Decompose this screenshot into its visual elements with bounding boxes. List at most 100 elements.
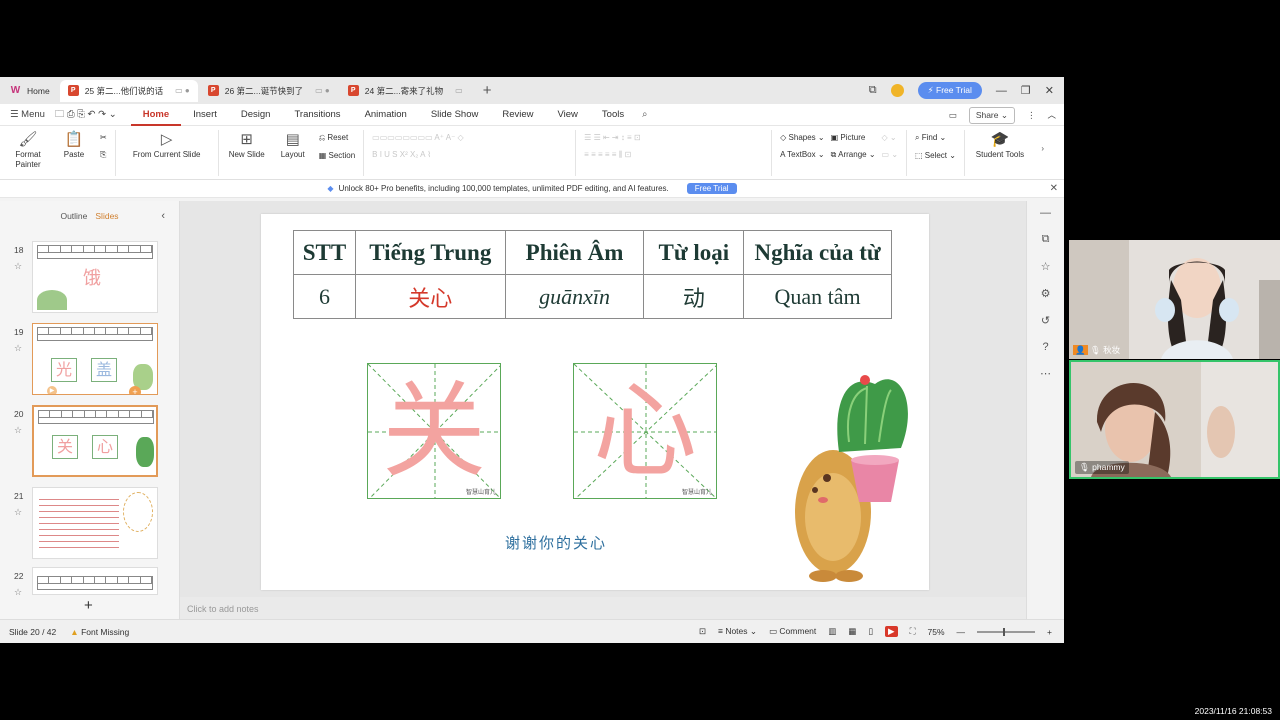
thumbnail-row-selected[interactable]: 20 ☆ 关 心	[0, 405, 170, 479]
more-options-icon[interactable]: ⋯	[1040, 367, 1051, 380]
free-trial-button[interactable]: ⚡ Free Trial	[917, 82, 982, 99]
presentation-icon: P	[347, 85, 359, 96]
ribbon-scroll-right-icon[interactable]: ›	[1041, 144, 1044, 153]
star-icon[interactable]: ☆	[14, 507, 22, 518]
more-icon[interactable]: ⋮	[1027, 110, 1036, 121]
star-pane-icon[interactable]: ☆	[1041, 260, 1051, 273]
select-label: Select	[924, 151, 948, 160]
minimize-icon[interactable]: —	[996, 85, 1007, 97]
notes-button[interactable]: ≡ Notes ⌄	[718, 626, 757, 637]
tab-home[interactable]: W Home	[2, 80, 58, 102]
tab-controls-icon[interactable]: ▭	[455, 86, 463, 95]
fit-to-window-icon[interactable]: ⛶	[910, 626, 916, 637]
help-icon[interactable]: ?	[1042, 341, 1048, 353]
promo-free-trial-button[interactable]: Free Trial	[686, 183, 737, 194]
restore-icon[interactable]: ❐	[1021, 84, 1031, 97]
picture-button[interactable]: ▣ Picture	[831, 133, 876, 142]
slide-thumbnail-19[interactable]: 光 盖 ▶ +	[32, 323, 158, 395]
zoom-slider[interactable]	[977, 627, 1036, 636]
table-cell: 关心	[354, 274, 506, 319]
user-avatar[interactable]	[890, 84, 904, 97]
thumbnail-row[interactable]: 21 ☆	[0, 487, 170, 561]
tab-label: 25 第二...他们说的话	[84, 85, 164, 96]
tab-document-26[interactable]: P 26 第二...诞节快到了 ▭ ●	[200, 80, 338, 102]
video-tile-participant-2[interactable]: 🎙 phammy	[1069, 360, 1280, 479]
add-slide-icon[interactable]: +	[129, 386, 141, 394]
slide-thumbnail-21[interactable]	[32, 487, 158, 559]
close-icon[interactable]: ✕	[1045, 84, 1054, 97]
zoom-out-icon[interactable]: —	[957, 627, 966, 637]
format-painter-button[interactable]: 🖌 Format Painter	[8, 130, 48, 170]
section-button[interactable]: ▦ Section	[319, 151, 355, 160]
thumbnail-row[interactable]: 19 ☆ 光 盖 ▶ +	[0, 323, 170, 397]
slide-sorter-icon[interactable]: ▦	[848, 626, 856, 637]
share-button[interactable]: Share ⌄	[968, 106, 1015, 124]
ribbon-tab-design[interactable]: Design	[229, 104, 283, 126]
current-slide[interactable]: STT Tiếng Trung Phiên Âm Từ loại Nghĩa của t…	[261, 214, 929, 590]
thumbnail-row[interactable]: 22 ☆	[0, 567, 170, 597]
new-tab-icon[interactable]: +	[483, 82, 492, 99]
textbox-button[interactable]: A TextBox ⌄	[780, 150, 824, 159]
find-button[interactable]: ⌕ Find ⌄	[915, 133, 956, 143]
add-slide-button[interactable]: +	[84, 597, 93, 614]
arrange-button[interactable]: ⧉ Arrange ⌄	[831, 150, 876, 160]
cut-icon[interactable]: ✂	[100, 133, 107, 142]
close-infobar-icon[interactable]: ✕	[1050, 183, 1058, 194]
slides-pane-icon[interactable]: ⧉	[1042, 233, 1050, 246]
paste-button[interactable]: 📋 Paste	[54, 130, 94, 160]
star-icon[interactable]: ☆	[14, 587, 22, 598]
slide-thumbnail-22[interactable]	[32, 567, 158, 595]
font-missing-indicator[interactable]: ▲ Font Missing	[70, 627, 129, 637]
play-animation-icon[interactable]: ▶	[47, 386, 57, 394]
layout-button[interactable]: ▤ Layout	[273, 130, 313, 160]
fit-icon[interactable]: ⊡	[699, 626, 706, 637]
select-button[interactable]: ⬚ Select ⌄	[915, 151, 956, 160]
ribbon-tab-animation[interactable]: Animation	[353, 104, 419, 126]
slide-thumbnail-20[interactable]: 关 心	[32, 405, 158, 477]
slideshow-play-icon[interactable]: ▶	[885, 626, 898, 637]
shapes-button[interactable]: ◇ Shapes ⌄	[780, 133, 824, 142]
tab-document-24[interactable]: P 24 第二...寄来了礼物 ▭	[340, 80, 471, 102]
workspace-icon[interactable]: ⧉	[869, 84, 877, 97]
star-icon[interactable]: ☆	[14, 343, 22, 354]
zoom-level[interactable]: 75%	[928, 627, 945, 637]
tab-slides[interactable]: Slides	[95, 211, 118, 221]
ribbon-tab-view[interactable]: View	[546, 104, 590, 126]
normal-view-icon[interactable]: ▥	[828, 626, 836, 637]
comment-button[interactable]: ▭ Comment	[769, 626, 816, 637]
tab-controls-icon[interactable]: ▭ ●	[175, 86, 190, 95]
student-tools-button[interactable]: 🎓 Student Tools	[973, 130, 1027, 160]
history-icon[interactable]: ↺	[1041, 314, 1050, 327]
copy-icon[interactable]: ⎘	[100, 150, 107, 160]
video-tile-participant-1[interactable]: 👤 🎙 秋妆	[1069, 240, 1280, 359]
comment-icon[interactable]: ▭	[949, 110, 957, 121]
ribbon-tab-tools[interactable]: Tools	[590, 104, 636, 126]
from-current-slide-button[interactable]: ▷ From Current Slide	[124, 130, 210, 160]
star-icon[interactable]: ☆	[14, 261, 22, 272]
reading-view-icon[interactable]: ▯	[868, 626, 873, 637]
collapse-panel-icon[interactable]: ‹	[161, 210, 165, 222]
new-slide-button[interactable]: ⊞ New Slide	[227, 130, 267, 160]
tab-outline[interactable]: Outline	[60, 211, 87, 221]
zoom-in-icon[interactable]: +	[1047, 627, 1052, 637]
participant-2-name: phammy	[1092, 462, 1125, 472]
ribbon-tab-slide-show[interactable]: Slide Show	[419, 104, 491, 126]
collapse-ribbon-icon[interactable]: ︿	[1047, 109, 1056, 121]
tab-controls-icon[interactable]: ▭ ●	[315, 86, 330, 95]
slide-thumbnail-18[interactable]: 饿	[32, 241, 158, 313]
settings-pane-icon[interactable]: ⚙	[1041, 287, 1051, 300]
ribbon-tab-insert[interactable]: Insert	[181, 104, 229, 126]
notes-area[interactable]: Click to add notes	[180, 597, 1026, 619]
star-icon[interactable]: ☆	[14, 425, 22, 436]
minimize-pane-icon[interactable]: —	[1040, 207, 1051, 219]
search-icon[interactable]: ⌕	[642, 109, 647, 120]
tab-document-25[interactable]: P 25 第二...他们说的话 ▭ ●	[59, 79, 198, 102]
ribbon-tab-home[interactable]: Home	[130, 104, 182, 126]
thumbnail-row[interactable]: 18 ☆ 饿	[0, 241, 170, 315]
quick-access-icons[interactable]: 🗀 ⎙ ⎘ ↶ ↷ ⌄	[55, 107, 117, 123]
menu-button[interactable]: ☰ Menu	[10, 109, 45, 120]
ribbon-tab-review[interactable]: Review	[490, 104, 545, 126]
ribbon-tab-transitions[interactable]: Transitions	[282, 104, 352, 126]
reset-button[interactable]: ⎌ Reset	[319, 133, 355, 143]
table-cell: 动	[643, 274, 745, 319]
